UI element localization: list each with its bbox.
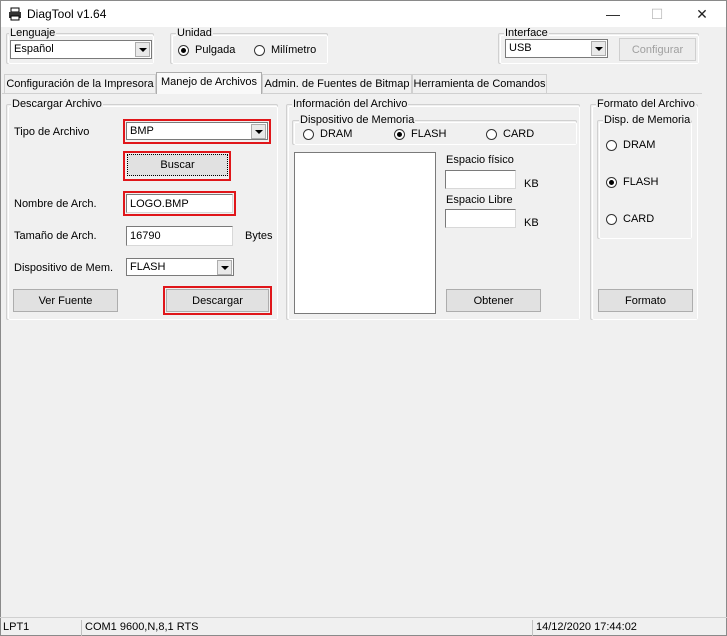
tab-configuracion[interactable]: Configuración de la Impresora (4, 74, 156, 94)
status-datetime: 14/12/2020 17:44:02 (532, 620, 725, 636)
maximize-button[interactable]: ☐ (635, 1, 679, 27)
tamano-archivo-value: 16790 (130, 230, 161, 242)
espacio-fisico-kb: KB (524, 178, 539, 190)
radio-dot (606, 139, 617, 151)
info-radio-flash[interactable]: FLASH (394, 127, 446, 141)
tab-label: Configuración de la Impresora (6, 78, 154, 90)
unidad-option-milimetro: Milímetro (271, 44, 317, 56)
info-radio-card[interactable]: CARD (486, 127, 534, 141)
minimize-button[interactable]: — (591, 1, 635, 27)
nombre-archivo-label: Nombre de Arch. (14, 198, 97, 210)
chevron-down-icon[interactable] (135, 42, 150, 57)
interface-legend: Interface (504, 27, 549, 39)
radio-dot (394, 128, 405, 140)
espacio-fisico-label: Espacio físico (446, 154, 514, 166)
status-com: COM1 9600,N,8,1 RTS (81, 620, 531, 636)
tamano-archivo-label: Tamaño de Arch. (14, 230, 97, 242)
radio-dot (486, 128, 497, 140)
title-bar[interactable]: DiagTool v1.64 — ☐ ✕ (1, 1, 726, 27)
formato-radio-card[interactable]: CARD (606, 212, 654, 226)
dispositivo-mem-value: FLASH (130, 261, 166, 273)
dispositivo-mem-label: Dispositivo de Mem. (14, 262, 114, 274)
radio-dot (178, 44, 189, 56)
unidad-legend: Unidad (176, 27, 213, 39)
close-button[interactable]: ✕ (680, 1, 724, 27)
info-option-flash: FLASH (411, 128, 447, 140)
informacion-legend: Información del Archivo (292, 98, 409, 110)
formato-button[interactable]: Formato (598, 289, 693, 312)
unidad-radio-pulgada[interactable]: Pulgada (178, 43, 235, 57)
info-memoria-legend: Dispositivo de Memoria (299, 114, 416, 126)
obtener-button[interactable]: Obtener (446, 289, 541, 312)
highlight-descargar (163, 286, 272, 315)
descargar-legend: Descargar Archivo (11, 98, 103, 110)
file-list[interactable] (294, 152, 436, 314)
radio-dot (303, 128, 314, 140)
window-title: DiagTool v1.64 (27, 7, 107, 21)
bytes-unit: Bytes (245, 230, 273, 242)
lenguaje-value: Español (14, 43, 54, 55)
tab-label: Admin. de Fuentes de Bitmap (264, 78, 410, 90)
configurar-label: Configurar (631, 43, 684, 56)
formato-radio-flash[interactable]: FLASH (606, 175, 658, 189)
info-option-dram: DRAM (320, 128, 353, 140)
lenguaje-legend: Lenguaje (9, 27, 57, 39)
formato-option-card: CARD (623, 213, 655, 225)
radio-dot (254, 44, 265, 56)
formato-option-flash: FLASH (623, 176, 659, 188)
dispositivo-mem-combo[interactable]: FLASH (126, 258, 234, 276)
tab-label: Herramienta de Comandos (413, 78, 546, 90)
status-bar: LPT1 COM1 9600,N,8,1 RTS 14/12/2020 17:4… (0, 617, 727, 636)
radio-dot (606, 176, 617, 188)
espacio-libre-kb: KB (524, 217, 539, 229)
tipo-archivo-label: Tipo de Archivo (14, 126, 90, 138)
ver-fuente-label: Ver Fuente (38, 294, 93, 307)
highlight-buscar (123, 151, 231, 181)
formato-legend: Formato del Archivo (596, 98, 696, 110)
tamano-archivo-field[interactable]: 16790 (126, 226, 233, 246)
unidad-radio-milimetro[interactable]: Milímetro (254, 43, 316, 57)
status-port: LPT1 (3, 621, 30, 633)
espacio-libre-label: Espacio Libre (446, 194, 513, 206)
info-radio-dram[interactable]: DRAM (303, 127, 352, 141)
espacio-libre-field[interactable] (445, 209, 516, 228)
interface-value: USB (509, 42, 532, 54)
printer-icon (9, 7, 21, 21)
tab-herramienta-comandos[interactable]: Herramienta de Comandos (412, 74, 547, 94)
ver-fuente-button[interactable]: Ver Fuente (13, 289, 118, 312)
tab-label: Manejo de Archivos (161, 76, 257, 88)
obtener-label: Obtener (473, 294, 514, 307)
radio-dot (606, 213, 617, 225)
lenguaje-combo[interactable]: Español (10, 40, 152, 59)
chevron-down-icon[interactable] (591, 41, 606, 56)
configurar-button[interactable]: Configurar (619, 38, 696, 61)
formato-label: Formato (625, 294, 666, 307)
formato-memoria-legend: Disp. de Memoria (603, 114, 692, 126)
formato-radio-dram[interactable]: DRAM (606, 138, 655, 152)
interface-combo[interactable]: USB (505, 39, 608, 58)
tab-manejo-archivos[interactable]: Manejo de Archivos (156, 72, 262, 94)
formato-option-dram: DRAM (623, 139, 656, 151)
tab-admin-fuentes[interactable]: Admin. de Fuentes de Bitmap (262, 74, 412, 94)
highlight-tipo-archivo (123, 119, 271, 144)
highlight-nombre-archivo (123, 191, 236, 216)
info-option-card: CARD (503, 128, 535, 140)
unidad-option-pulgada: Pulgada (195, 44, 236, 56)
espacio-fisico-field[interactable] (445, 170, 516, 189)
chevron-down-icon[interactable] (217, 260, 232, 275)
